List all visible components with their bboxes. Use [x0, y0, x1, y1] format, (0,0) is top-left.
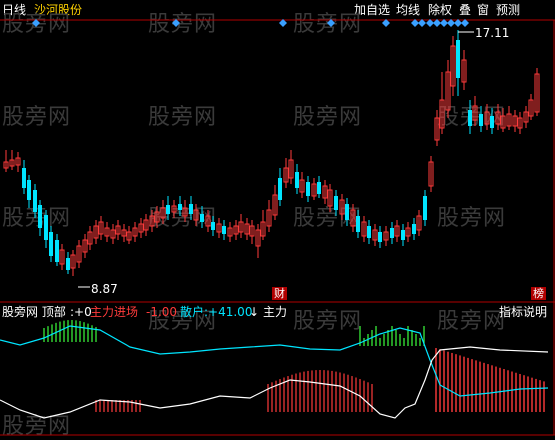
- candle-body: [278, 178, 282, 200]
- indicator-help-button[interactable]: 指标说明: [499, 305, 547, 319]
- financial-tag[interactable]: 财: [272, 287, 287, 300]
- candle-body: [390, 228, 394, 238]
- main-in-label: 主力进场: [90, 305, 139, 319]
- candle-body: [490, 116, 494, 128]
- indicator-name: 股旁网 顶部: [2, 305, 66, 319]
- candle-body: [356, 216, 360, 232]
- retail-value: :+41.00: [204, 305, 253, 319]
- ranking-tag[interactable]: 榜: [531, 287, 546, 300]
- candle-body: [55, 240, 59, 262]
- candle-body: [479, 114, 483, 126]
- candle-body: [456, 40, 460, 78]
- candle-body: [166, 205, 170, 214]
- candle-body: [306, 182, 310, 196]
- candle-body: [178, 204, 182, 210]
- candle-body: [345, 204, 349, 220]
- top-value: :+0: [70, 305, 92, 319]
- main-force-label: 主力: [263, 305, 288, 319]
- candle-body: [27, 180, 31, 200]
- candle-body: [33, 190, 37, 212]
- candle-body: [295, 172, 299, 188]
- candle-body: [38, 205, 42, 228]
- candle-body: [468, 110, 472, 126]
- main-force-line: [0, 346, 549, 419]
- candle-body: [66, 258, 70, 270]
- chart-canvas[interactable]: [0, 0, 555, 438]
- low-price-label: 8.87: [91, 282, 118, 296]
- candle-body: [317, 182, 321, 194]
- candle-body: [378, 232, 382, 242]
- candle-body: [44, 215, 48, 240]
- candle-body: [200, 214, 204, 222]
- retail-label: 散户: [180, 305, 205, 319]
- candle-body: [222, 226, 226, 234]
- high-price-label: 17.11: [475, 26, 510, 40]
- candle-body: [401, 230, 405, 240]
- candle-body: [334, 196, 338, 210]
- candle-body: [423, 196, 427, 220]
- candle-body: [49, 232, 53, 256]
- candle-body: [412, 224, 416, 234]
- candle-body: [22, 168, 26, 188]
- retail-line: [0, 325, 549, 397]
- main-in-value: -1.00: [146, 305, 178, 319]
- candle-body: [367, 226, 371, 238]
- candle-body: [211, 222, 215, 230]
- stock-chart-window: 日线 沙河股份 加自选 均线 除权 叠 窗 预测 股旁网 股旁网 股旁网 股旁网…: [0, 0, 555, 439]
- down-arrow-icon: ↓: [249, 305, 260, 319]
- candle-body: [189, 204, 193, 214]
